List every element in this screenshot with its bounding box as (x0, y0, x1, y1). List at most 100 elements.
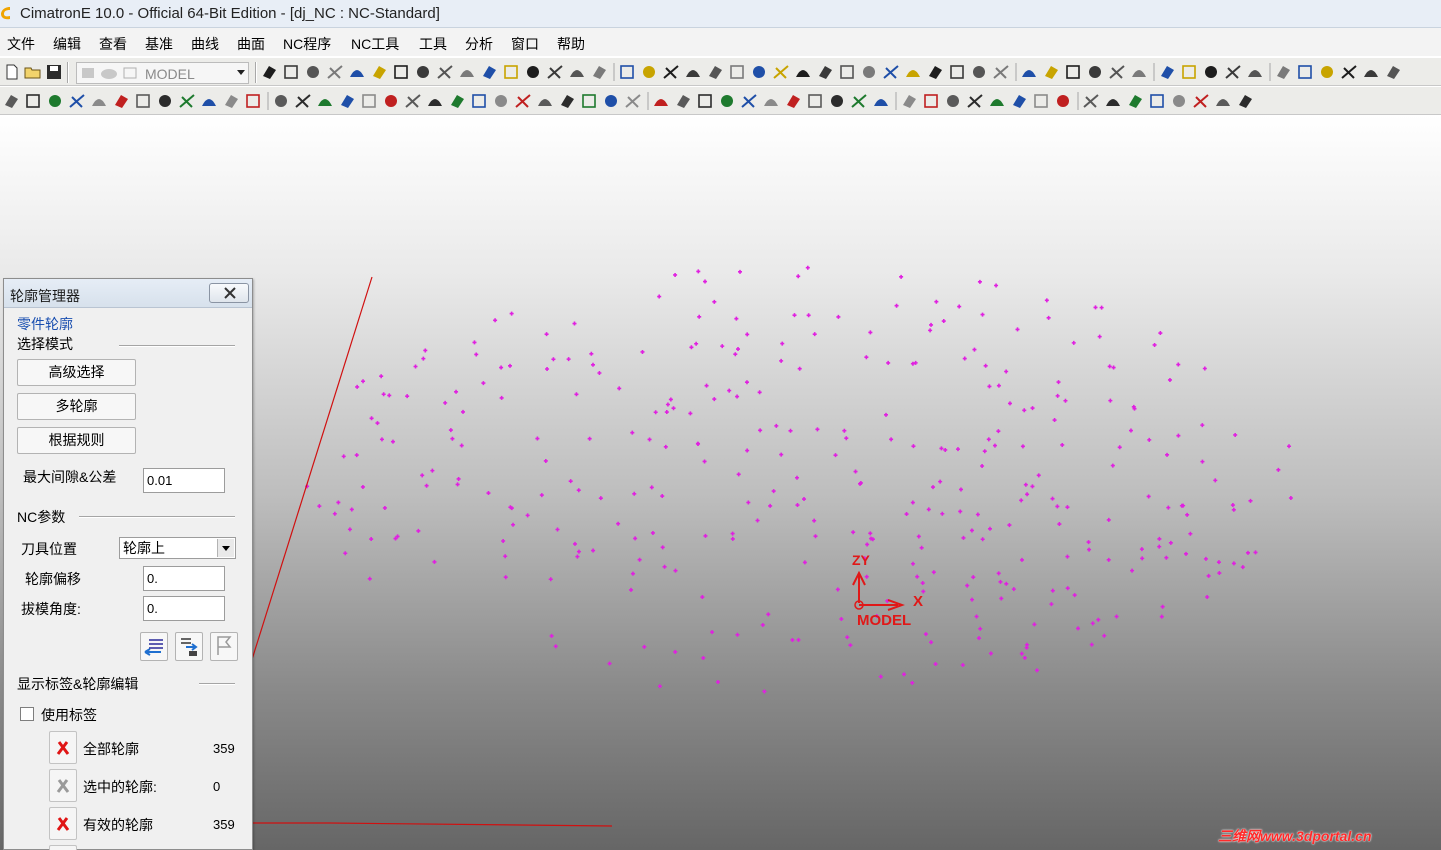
toolbar-tool-icon[interactable] (1321, 66, 1333, 78)
toolbar-tool-icon[interactable] (159, 95, 171, 107)
toolbar-tool-icon[interactable] (593, 66, 606, 79)
toolbar-tool-icon[interactable] (677, 95, 690, 108)
toolbar-tool-icon[interactable] (225, 95, 238, 108)
toolbar-tool-icon[interactable] (350, 70, 364, 77)
part-contour-link[interactable]: 零件轮廓 (17, 314, 73, 334)
close-button[interactable] (209, 283, 249, 303)
toolbar-tool-icon[interactable] (831, 95, 843, 107)
menu-nc-tools[interactable]: NC工具 (351, 34, 399, 54)
toolbar-tool-icon[interactable] (327, 65, 343, 79)
save-icon[interactable] (45, 63, 63, 81)
partial-button[interactable] (49, 845, 77, 850)
toolbar-tool-icon[interactable] (428, 99, 442, 106)
toolbar-tool-icon[interactable] (451, 95, 464, 108)
toolbar-tool-icon[interactable] (341, 95, 354, 108)
toolbar-tool-icon[interactable] (620, 65, 634, 79)
flag-button[interactable] (210, 632, 238, 661)
toolbar-tool-icon[interactable] (1022, 70, 1036, 77)
toolbar-tool-icon[interactable] (49, 95, 61, 107)
toolbar-tool-icon[interactable] (1387, 66, 1400, 79)
toolbar-tool-icon[interactable] (950, 65, 964, 79)
draft-angle-input[interactable]: 0. (143, 596, 225, 621)
menu-edit[interactable]: 编辑 (53, 34, 81, 54)
toolbar-tool-icon[interactable] (1364, 70, 1378, 77)
toolbar-tool-icon[interactable] (1277, 66, 1290, 79)
toolbar-tool-icon[interactable] (874, 99, 888, 106)
valid-contours-button[interactable] (49, 807, 77, 840)
toolbar-tool-icon[interactable] (947, 95, 959, 107)
tool-position-select[interactable]: 轮廓上 (119, 537, 236, 559)
toolbar-tool-icon[interactable] (1083, 94, 1099, 108)
toolbar-tool-icon[interactable] (851, 94, 867, 108)
toolbar-tool-icon[interactable] (1034, 94, 1048, 108)
toolbar-tool-icon[interactable] (730, 65, 744, 79)
toolbar-tool-icon[interactable] (284, 65, 298, 79)
toolbar-tool-icon[interactable] (527, 66, 539, 78)
toolbar-tool-icon[interactable] (1173, 95, 1185, 107)
menu-datum[interactable]: 基准 (145, 34, 173, 54)
toolbar-tool-icon[interactable] (698, 94, 712, 108)
toolbar-tool-icon[interactable] (246, 94, 260, 108)
toolbar-tool-icon[interactable] (504, 65, 518, 79)
toolbar-tool-icon[interactable] (973, 66, 985, 78)
toolbar-tool-icon[interactable] (819, 66, 832, 79)
toolbar-tool-icon[interactable] (115, 95, 128, 108)
toolbar-tool-icon[interactable] (362, 94, 376, 108)
toolbar-tool-icon[interactable] (538, 99, 552, 106)
toolbar-tool-icon[interactable] (547, 65, 563, 79)
toolbar-tool-icon[interactable] (307, 66, 319, 78)
toolbar-tool-icon[interactable] (5, 95, 18, 108)
toolbar-tool-icon[interactable] (903, 95, 916, 108)
toolbar-tool-icon[interactable] (808, 94, 822, 108)
toolbar-tool-icon[interactable] (373, 66, 386, 79)
toolbar-tool-icon[interactable] (1089, 66, 1101, 78)
toolbar-tool-icon[interactable] (721, 95, 733, 107)
toolbar-tool-icon[interactable] (863, 66, 875, 78)
toolbar-tool-icon[interactable] (472, 94, 486, 108)
list-import-button[interactable] (140, 632, 168, 661)
toolbar-tool-icon[interactable] (924, 94, 938, 108)
toolbar-tool-icon[interactable] (1225, 65, 1241, 79)
toolbar-tool-icon[interactable] (1132, 70, 1146, 77)
menu-file[interactable]: 文件 (7, 34, 35, 54)
toolbar-tool-icon[interactable] (605, 95, 617, 107)
toolbar-tool-icon[interactable] (295, 94, 311, 108)
menu-analysis[interactable]: 分析 (465, 34, 493, 54)
toolbar-tool-icon[interactable] (741, 94, 757, 108)
contour-offset-input[interactable]: 0. (143, 566, 225, 591)
toolbar-tool-icon[interactable] (179, 94, 195, 108)
toolbar-tool-icon[interactable] (582, 94, 596, 108)
toolbar-tool-icon[interactable] (990, 99, 1004, 106)
toolbar-tool-icon[interactable] (764, 99, 778, 106)
toolbar-tool-icon[interactable] (1239, 95, 1252, 108)
toolbar-tool-icon[interactable] (906, 70, 920, 77)
toolbar-tool-icon[interactable] (773, 65, 789, 79)
chevron-down-icon[interactable] (217, 539, 234, 557)
toolbar-tool-icon[interactable] (495, 95, 507, 107)
toolbar-tool-icon[interactable] (92, 99, 106, 106)
toolbar-tool-icon[interactable] (967, 94, 983, 108)
menu-window[interactable]: 窗口 (511, 34, 539, 54)
toolbar-tool-icon[interactable] (405, 94, 421, 108)
toolbar-tool-icon[interactable] (1013, 95, 1026, 108)
toolbar-tool-icon[interactable] (1161, 66, 1174, 79)
new-file-icon[interactable] (3, 63, 21, 81)
toolbar-tool-icon[interactable] (1109, 65, 1125, 79)
toolbar-tool-icon[interactable] (1106, 99, 1120, 106)
toolbar-tool-icon[interactable] (929, 66, 942, 79)
toolbar-tool-icon[interactable] (1205, 66, 1217, 78)
toolbar-tool-icon[interactable] (318, 99, 332, 106)
toolbar-tool-icon[interactable] (483, 66, 496, 79)
menu-curve[interactable]: 曲线 (191, 34, 219, 54)
toolbar-tool-icon[interactable] (1057, 95, 1069, 107)
toolbar-tool-icon[interactable] (709, 66, 722, 79)
menu-help[interactable]: 帮助 (557, 34, 585, 54)
toolbar-tool-icon[interactable] (263, 66, 276, 79)
toolbar-tool-icon[interactable] (663, 65, 679, 79)
use-tags-checkbox[interactable] (20, 707, 34, 721)
toolbar-tool-icon[interactable] (883, 65, 899, 79)
max-gap-input[interactable]: 0.01 (143, 468, 225, 493)
toolbar-tool-icon[interactable] (202, 99, 216, 106)
model-combo[interactable]: MODEL (76, 62, 249, 84)
toolbar-tool-icon[interactable] (1129, 95, 1142, 108)
